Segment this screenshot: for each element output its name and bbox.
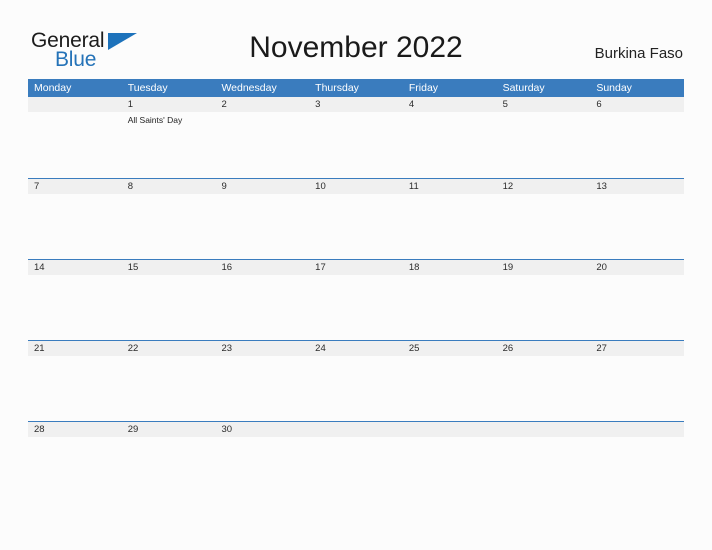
day-number[interactable]: 5 xyxy=(497,97,591,112)
day-number[interactable] xyxy=(28,97,122,112)
day-number[interactable]: 15 xyxy=(122,260,216,275)
week-event-band xyxy=(28,275,684,340)
day-number[interactable]: 24 xyxy=(309,341,403,356)
day-number[interactable]: 18 xyxy=(403,260,497,275)
day-cell[interactable] xyxy=(497,437,591,502)
day-number[interactable]: 30 xyxy=(215,422,309,437)
day-cell[interactable] xyxy=(403,356,497,421)
day-cell[interactable] xyxy=(28,112,122,177)
calendar-page: General Blue November 2022 Burkina Faso … xyxy=(0,0,712,550)
week-number-band: 28 29 30 xyxy=(28,421,684,437)
day-number[interactable]: 7 xyxy=(28,179,122,194)
day-cell[interactable] xyxy=(215,356,309,421)
day-number[interactable]: 16 xyxy=(215,260,309,275)
weekday-saturday: Saturday xyxy=(502,82,545,94)
day-event-label: All Saints' Day xyxy=(127,115,183,125)
day-number[interactable]: 27 xyxy=(590,341,684,356)
week-number-band: 21 22 23 24 25 26 27 xyxy=(28,340,684,356)
day-cell[interactable] xyxy=(590,112,684,177)
week-event-band: All Saints' Day xyxy=(28,112,684,177)
day-cell[interactable] xyxy=(28,437,122,502)
week-number-band: 1 2 3 4 5 6 xyxy=(28,97,684,112)
weekday-wednesday: Wednesday xyxy=(221,82,277,94)
day-number[interactable] xyxy=(497,422,591,437)
day-number[interactable]: 21 xyxy=(28,341,122,356)
day-cell[interactable] xyxy=(590,356,684,421)
day-number[interactable]: 6 xyxy=(590,97,684,112)
day-cell[interactable]: All Saints' Day xyxy=(122,112,216,177)
day-cell[interactable] xyxy=(215,194,309,259)
day-number[interactable]: 20 xyxy=(590,260,684,275)
day-number[interactable] xyxy=(403,422,497,437)
day-number[interactable]: 28 xyxy=(28,422,122,437)
day-cell[interactable] xyxy=(122,437,216,502)
weekday-header-row: Monday Tuesday Wednesday Thursday Friday… xyxy=(28,79,684,97)
day-cell[interactable] xyxy=(590,194,684,259)
day-cell[interactable] xyxy=(122,275,216,340)
day-cell[interactable] xyxy=(309,437,403,502)
day-cell[interactable] xyxy=(497,194,591,259)
day-number[interactable]: 2 xyxy=(215,97,309,112)
day-number[interactable]: 23 xyxy=(215,341,309,356)
day-cell[interactable] xyxy=(403,275,497,340)
day-cell[interactable] xyxy=(590,275,684,340)
day-number[interactable]: 9 xyxy=(215,179,309,194)
day-number[interactable] xyxy=(309,422,403,437)
day-number[interactable]: 11 xyxy=(403,179,497,194)
day-cell[interactable] xyxy=(309,112,403,177)
day-number[interactable]: 22 xyxy=(122,341,216,356)
page-header: General Blue November 2022 Burkina Faso xyxy=(0,0,712,76)
day-cell[interactable] xyxy=(215,437,309,502)
day-cell[interactable] xyxy=(497,275,591,340)
week-row: 21 22 23 24 25 26 27 xyxy=(28,340,684,421)
day-number[interactable]: 1 xyxy=(122,97,216,112)
day-number[interactable]: 25 xyxy=(403,341,497,356)
day-cell[interactable] xyxy=(590,437,684,502)
day-cell[interactable] xyxy=(309,194,403,259)
weekday-thursday: Thursday xyxy=(315,82,359,94)
day-number[interactable]: 12 xyxy=(497,179,591,194)
day-cell[interactable] xyxy=(28,194,122,259)
day-cell[interactable] xyxy=(28,356,122,421)
day-number[interactable]: 19 xyxy=(497,260,591,275)
day-number[interactable] xyxy=(590,422,684,437)
weekday-tuesday: Tuesday xyxy=(127,82,168,94)
day-cell[interactable] xyxy=(497,356,591,421)
day-cell[interactable] xyxy=(403,437,497,502)
weekday-sunday: Sunday xyxy=(596,82,632,94)
week-row: 14 15 16 17 18 19 20 xyxy=(28,259,684,340)
day-number[interactable]: 13 xyxy=(590,179,684,194)
day-cell[interactable] xyxy=(215,275,309,340)
day-cell[interactable] xyxy=(122,356,216,421)
day-number[interactable]: 17 xyxy=(309,260,403,275)
day-number[interactable]: 10 xyxy=(309,179,403,194)
weekday-friday: Friday xyxy=(408,82,439,94)
week-row: 1 2 3 4 5 6 All Saints' Day xyxy=(28,97,684,178)
weekday-monday: Monday xyxy=(34,82,72,94)
day-number[interactable]: 8 xyxy=(122,179,216,194)
country-label: Burkina Faso xyxy=(594,45,683,62)
day-cell[interactable] xyxy=(403,112,497,177)
day-cell[interactable] xyxy=(309,275,403,340)
week-row: 7 8 9 10 11 12 13 xyxy=(28,178,684,259)
day-number[interactable]: 3 xyxy=(309,97,403,112)
day-number[interactable]: 29 xyxy=(122,422,216,437)
day-number[interactable]: 26 xyxy=(497,341,591,356)
week-number-band: 14 15 16 17 18 19 20 xyxy=(28,259,684,275)
day-number[interactable]: 14 xyxy=(28,260,122,275)
day-cell[interactable] xyxy=(122,194,216,259)
week-row: 28 29 30 xyxy=(28,421,684,502)
week-number-band: 7 8 9 10 11 12 13 xyxy=(28,178,684,194)
day-number[interactable]: 4 xyxy=(403,97,497,112)
day-cell[interactable] xyxy=(28,275,122,340)
day-cell[interactable] xyxy=(497,112,591,177)
week-event-band xyxy=(28,437,684,502)
day-cell[interactable] xyxy=(215,112,309,177)
day-cell[interactable] xyxy=(403,194,497,259)
day-cell[interactable] xyxy=(309,356,403,421)
week-event-band xyxy=(28,194,684,259)
week-event-band xyxy=(28,356,684,421)
calendar-grid: Monday Tuesday Wednesday Thursday Friday… xyxy=(28,79,684,502)
